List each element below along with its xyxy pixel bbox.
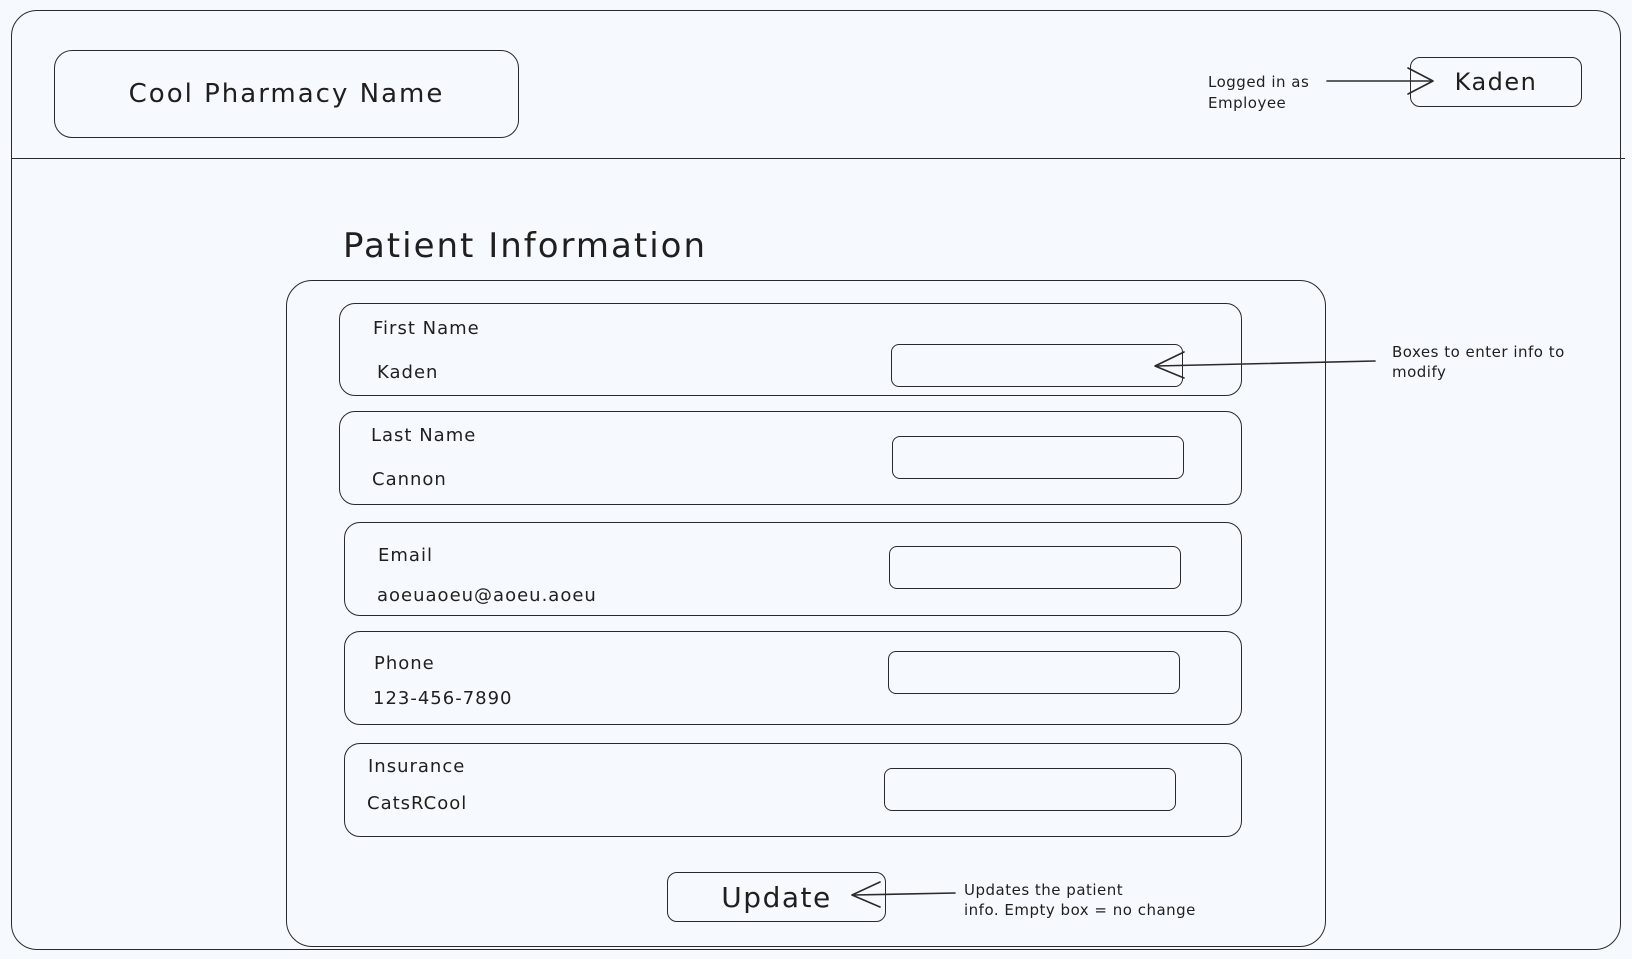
update-annotation-line2: info. Empty box = no change [964,901,1196,919]
insurance-input[interactable] [884,768,1176,811]
phone-input[interactable] [888,651,1180,694]
field-value-last-name: Cannon [372,469,447,490]
update-annotation-line1: Updates the patient [964,881,1124,899]
boxes-annotation-line2: modify [1392,363,1447,381]
field-label-insurance: Insurance [368,756,466,777]
logged-in-note-line2: Employee [1208,94,1287,112]
brand-logo-box[interactable]: Cool Pharmacy Name [54,50,519,138]
field-label-first-name: First Name [373,318,480,339]
field-value-email: aoeuaoeu@aoeu.aoeu [377,585,597,606]
logged-in-note-line1: Logged in as [1208,73,1310,91]
boxes-annotation: Boxes to enter info to modify [1392,342,1565,382]
logged-in-note: Logged in as Employee [1208,72,1309,114]
field-label-email: Email [378,545,433,566]
boxes-annotation-line1: Boxes to enter info to [1392,343,1565,361]
header-divider [11,158,1625,159]
user-account-button[interactable]: Kaden [1410,57,1582,107]
update-annotation: Updates the patient info. Empty box = no… [964,880,1196,920]
email-input[interactable] [889,546,1181,589]
field-value-first-name: Kaden [377,362,439,383]
brand-name: Cool Pharmacy Name [128,79,445,109]
field-value-phone: 123-456-7890 [373,688,513,709]
field-label-phone: Phone [374,653,435,674]
user-name: Kaden [1454,68,1538,96]
field-label-last-name: Last Name [371,425,477,446]
last-name-input[interactable] [892,436,1184,479]
update-button[interactable]: Update [667,872,886,922]
field-value-insurance: CatsRCool [367,793,468,814]
page-title: Patient Information [343,226,708,266]
first-name-input[interactable] [891,344,1183,387]
